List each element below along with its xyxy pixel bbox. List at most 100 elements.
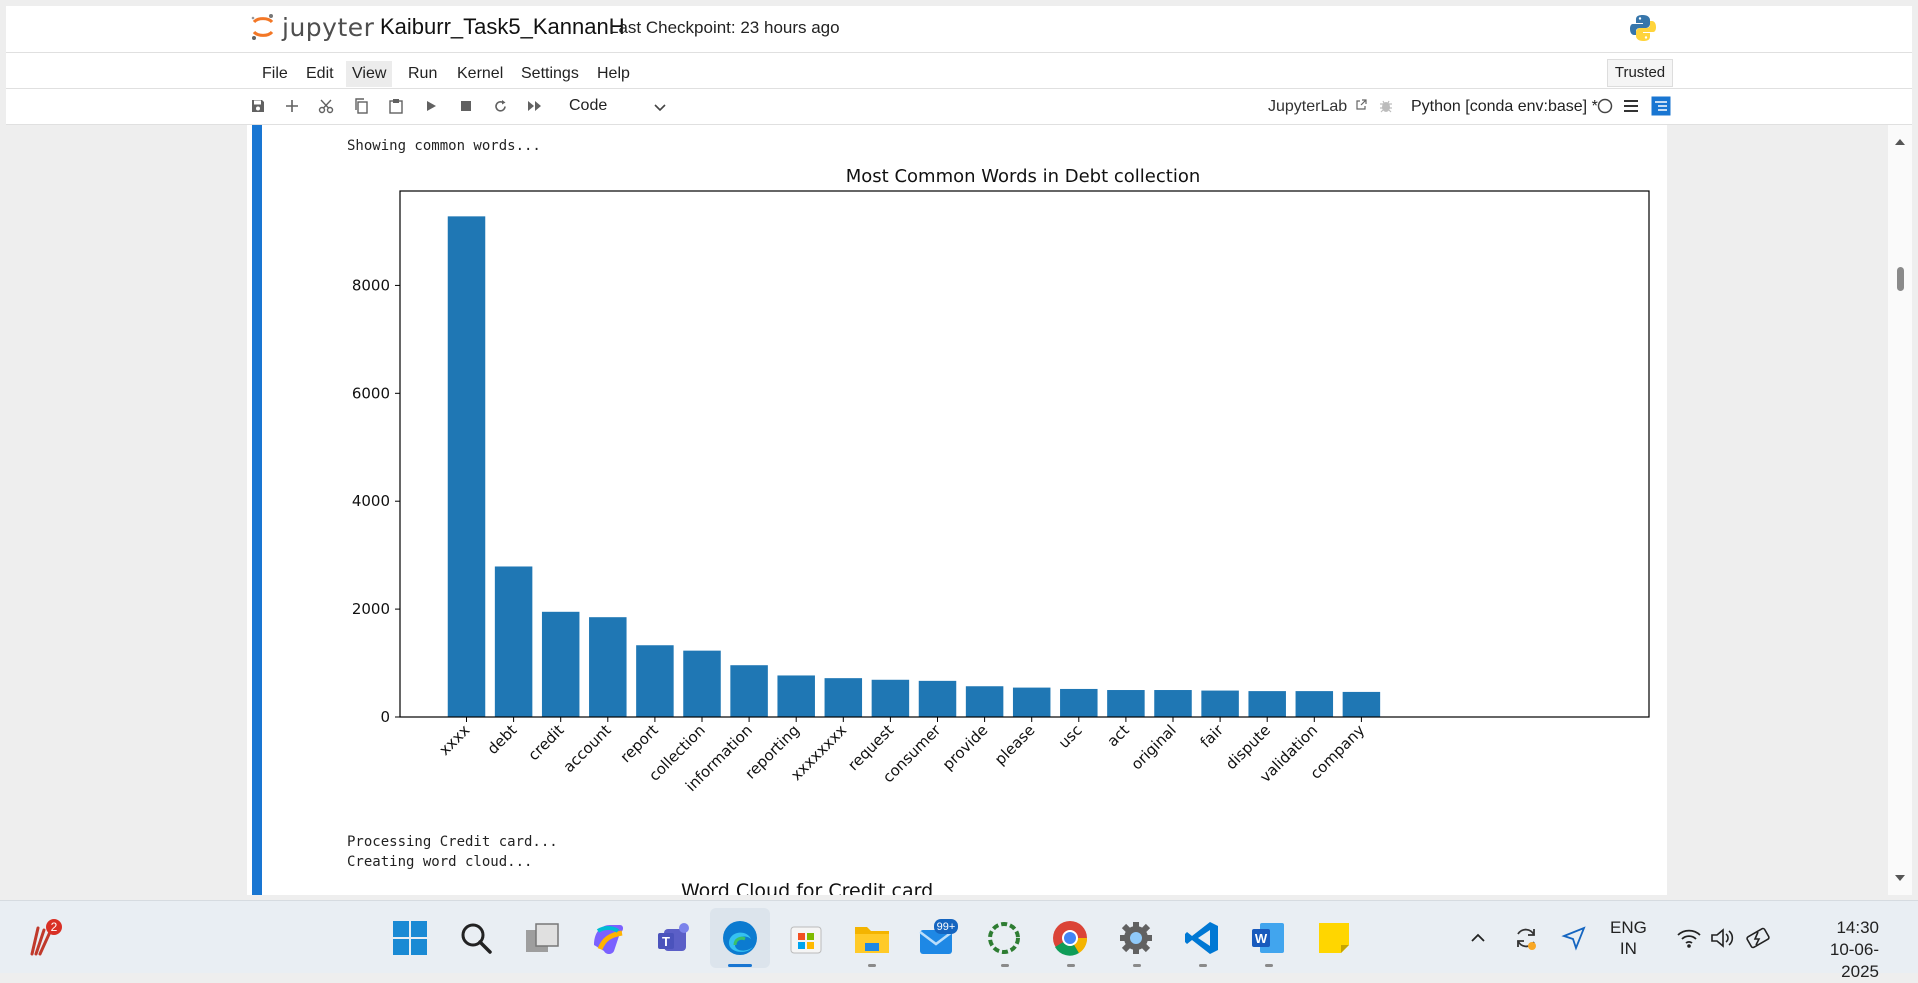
chrome-icon[interactable]: [1050, 918, 1090, 958]
menu-help[interactable]: Help: [591, 61, 636, 87]
bar-original: [1154, 690, 1192, 717]
chevron-down-icon[interactable]: [650, 97, 670, 122]
jupyter-logo-icon: [251, 14, 274, 40]
svg-text:T: T: [662, 934, 670, 949]
next-chart-title: Word Cloud for Credit card: [681, 880, 934, 895]
scroll-thumb[interactable]: [1897, 267, 1904, 291]
svg-text:W: W: [1255, 931, 1268, 946]
battery-charging-icon[interactable]: [1744, 926, 1772, 955]
wifi-icon[interactable]: [1676, 926, 1702, 955]
stop-icon[interactable]: [456, 96, 476, 116]
bar-information: [730, 665, 768, 717]
copy-icon[interactable]: [351, 96, 371, 116]
mail-icon[interactable]: 99+: [918, 918, 958, 958]
external-link-icon: [1356, 99, 1367, 110]
x-tick-label: please: [991, 721, 1038, 768]
task-view-icon[interactable]: [522, 918, 562, 958]
bar-report: [636, 645, 674, 717]
menu-run[interactable]: Run: [402, 61, 443, 87]
scroll-down-arrow[interactable]: [1895, 875, 1905, 881]
bar-act: [1107, 690, 1145, 717]
search-icon[interactable]: [456, 918, 496, 958]
bar-dispute: [1248, 691, 1286, 717]
plot-frame: [399, 190, 1650, 718]
menu-settings[interactable]: Settings: [515, 61, 585, 87]
language-indicator[interactable]: ENG IN: [1610, 917, 1647, 959]
notebook-toolbar: Code JupyterLab Python [conda env:base] …: [6, 89, 1912, 125]
save-icon[interactable]: [248, 96, 268, 116]
menu-edit[interactable]: Edit: [300, 61, 340, 87]
menu-lines-icon[interactable]: [1621, 96, 1641, 116]
x-tick-label: report: [617, 721, 662, 766]
running-indicator: [1133, 964, 1141, 967]
start-icon[interactable]: [390, 918, 430, 958]
loading-app-icon[interactable]: [984, 918, 1024, 958]
sticky-notes-icon[interactable]: [1314, 918, 1354, 958]
scroll-up-arrow[interactable]: [1895, 139, 1905, 145]
run-icon[interactable]: [421, 96, 441, 116]
word-icon[interactable]: W: [1248, 918, 1288, 958]
bar-account: [589, 617, 627, 717]
running-indicator: [1067, 964, 1075, 967]
y-tick-label: 8000: [352, 276, 390, 294]
menu-view[interactable]: View: [346, 61, 393, 87]
clock-date: 10-06-2025: [1829, 940, 1879, 981]
x-tick-label: debt: [484, 721, 521, 758]
last-checkpoint: Last Checkpoint: 23 hours ago: [609, 18, 840, 37]
bar-reporting: [777, 675, 815, 717]
edge-icon[interactable]: [720, 918, 760, 958]
cell-type-select[interactable]: Code: [569, 97, 607, 115]
notification-badge: 2: [51, 920, 58, 934]
vscode-icon[interactable]: [1182, 918, 1222, 958]
trusted-indicator[interactable]: Trusted: [1607, 59, 1673, 87]
teams-icon[interactable]: T: [654, 918, 694, 958]
cut-icon[interactable]: [316, 96, 336, 116]
bar-validation: [1295, 691, 1334, 717]
y-tick-label: 0: [380, 708, 390, 726]
bar-credit: [541, 611, 580, 717]
menu-file[interactable]: File: [256, 61, 294, 87]
next-figure-clip: Word Cloud for Credit card: [247, 876, 1667, 895]
restart-run-all-icon[interactable]: [525, 96, 545, 116]
output-line: Showing common words...: [347, 138, 541, 154]
y-tick-label: 6000: [352, 384, 390, 402]
microsoft-store-icon[interactable]: [786, 918, 826, 958]
jupyterlab-link-label: JupyterLab: [1268, 98, 1348, 115]
chevron-up-icon[interactable]: [1468, 928, 1488, 953]
output-line: Creating word cloud...: [347, 854, 533, 870]
kernel-status-icon: [1595, 96, 1615, 116]
settings-gear-icon[interactable]: [1116, 918, 1156, 958]
kernel-name[interactable]: Python [conda env:base] *: [1411, 98, 1598, 116]
bar-request: [871, 679, 910, 717]
restart-icon[interactable]: [490, 96, 510, 116]
widgets-icon[interactable]: 2: [24, 918, 64, 958]
clock-time: 14:30: [1836, 918, 1879, 937]
debugger-icon[interactable]: [1376, 96, 1396, 116]
file-explorer-icon[interactable]: [852, 918, 892, 958]
location-icon[interactable]: [1560, 924, 1588, 957]
paste-icon[interactable]: [386, 96, 406, 116]
python-logo-icon: [1628, 13, 1658, 48]
output-line: Processing Credit card...: [347, 834, 558, 850]
jupyterlab-link[interactable]: JupyterLab: [1268, 98, 1367, 116]
add-cell-icon[interactable]: [282, 96, 302, 116]
x-tick-label: original: [1127, 721, 1179, 773]
y-tick-label: 4000: [352, 492, 390, 510]
x-tick-label: fair: [1197, 721, 1228, 752]
menu-kernel[interactable]: Kernel: [451, 61, 509, 87]
x-tick-label: usc: [1055, 721, 1086, 752]
jupyter-logo[interactable]: jupyter: [250, 12, 374, 42]
active-cell-indicator[interactable]: [252, 125, 262, 895]
copilot-icon[interactable]: [588, 918, 628, 958]
x-tick-label: provide: [939, 721, 992, 774]
x-tick-label: act: [1104, 721, 1133, 750]
y-tick-label: 2000: [352, 600, 390, 618]
x-tick-label: account: [560, 721, 615, 776]
volume-icon[interactable]: [1710, 926, 1736, 955]
property-inspector-icon[interactable]: [1651, 96, 1671, 116]
vertical-scrollbar[interactable]: [1888, 125, 1912, 895]
notebook-title[interactable]: Kaiburr_Task5_KannanH: [380, 14, 625, 40]
system-clock[interactable]: 14:30 10-06-2025: [1795, 917, 1879, 983]
jupyter-logo-text: jupyter: [282, 12, 375, 42]
sync-icon[interactable]: [1512, 924, 1540, 957]
